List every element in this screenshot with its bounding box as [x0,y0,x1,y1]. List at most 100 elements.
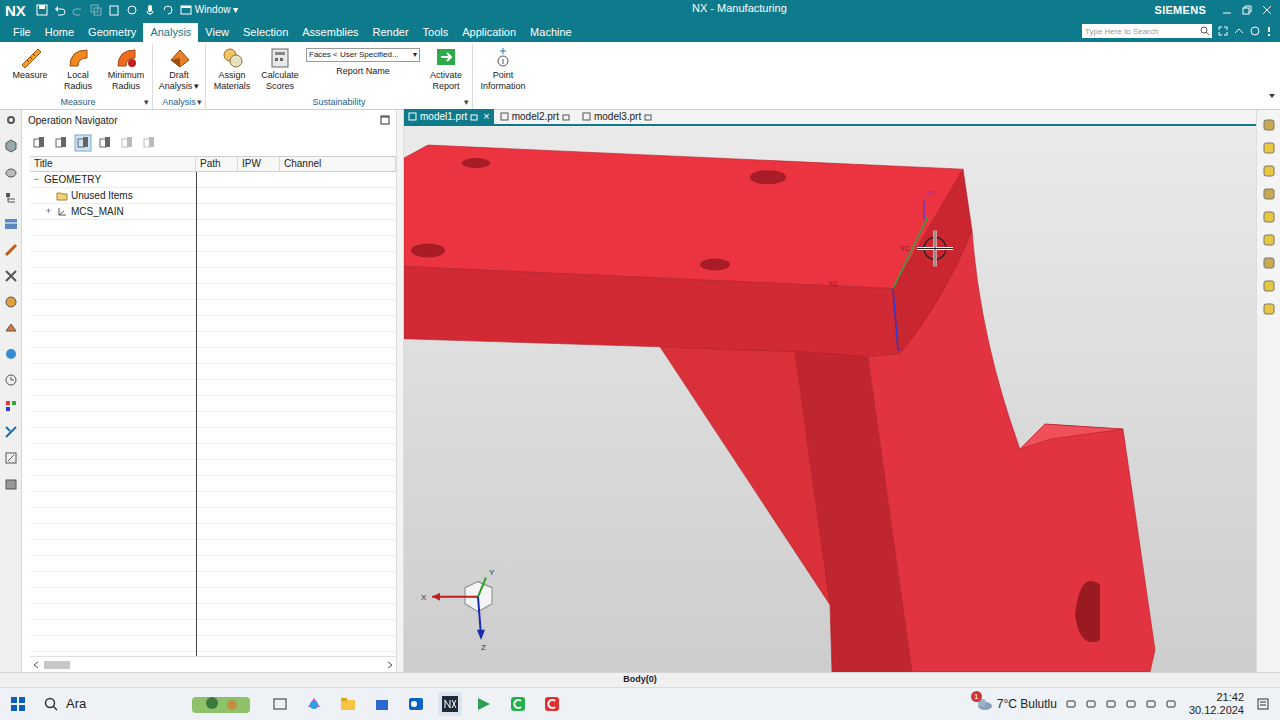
speaker-icon[interactable] [1165,698,1177,710]
scroll-thumb[interactable] [44,661,70,669]
horizontal-scrollbar[interactable] [30,656,396,672]
windows-start-icon[interactable] [10,696,26,712]
taskbar-search[interactable]: Ara [36,691,258,717]
menu-tab[interactable]: Assemblies [295,23,365,42]
maximize-icon[interactable] [380,115,390,125]
menu-tab[interactable]: Geometry [81,23,143,42]
menu-tab[interactable]: Home [38,23,81,42]
red-app-icon[interactable] [540,692,564,716]
system-icon[interactable] [4,451,18,465]
visual-studio-icon[interactable] [472,692,496,716]
tab-close[interactable]: × [483,111,489,122]
document-tab[interactable]: model2.prt [494,109,576,124]
palette-icon[interactable] [4,399,18,413]
layer-icon[interactable] [1262,302,1276,316]
outlook-icon[interactable] [404,692,428,716]
group-menu-caret[interactable]: ▾ [197,96,202,108]
feature-icon[interactable] [4,321,18,335]
battery-icon[interactable] [1105,698,1117,710]
model-canvas[interactable]: ZCYCXCXYZ [404,126,1256,672]
hole[interactable] [1075,581,1100,642]
tree-toggle[interactable]: − [32,175,41,184]
hole[interactable] [411,243,445,257]
part-model[interactable]: ZCYCXCXYZ [404,126,1256,672]
ribbon-button[interactable]: Point Information [479,44,527,92]
store-icon[interactable] [370,692,394,716]
selection-icon[interactable] [1262,210,1276,224]
menu-tab[interactable]: Render [366,23,416,42]
wifi-icon[interactable] [1145,698,1157,710]
report-dropdown[interactable]: Faces < User Specified...▾ [306,48,420,62]
notifications-icon[interactable] [1256,697,1270,711]
view-cube-icon[interactable] [1262,118,1276,132]
menu-tab[interactable]: Application [455,23,523,42]
operation-navigator-icon[interactable] [4,191,18,205]
render-style-icon[interactable] [1262,141,1276,155]
dropdown-caret[interactable]: ▾ [413,49,417,61]
document-tab[interactable]: model3.prt [576,109,658,124]
task-view-icon[interactable] [268,692,292,716]
hole[interactable] [462,158,490,168]
network-icon[interactable] [1085,698,1097,710]
document-tab[interactable]: model1.prt× [404,109,494,124]
snap-icon[interactable] [1262,164,1276,178]
ribbon-button[interactable]: Minimum Radius [102,44,150,92]
window-menu[interactable]: Window ▾ [195,5,238,15]
geometry-view-icon[interactable] [74,134,92,152]
pane-splitter[interactable] [396,110,404,672]
ribbon-button[interactable]: Activate Report [422,44,470,92]
create-icon[interactable] [118,134,136,152]
program-order-view-icon[interactable] [30,134,48,152]
ribbon-button[interactable]: Assign Materials [208,44,256,92]
green-app-icon[interactable] [506,692,530,716]
column-header[interactable]: IPW [238,157,280,171]
show-hidden-icons-icon[interactable] [1065,698,1077,710]
machine-tool-view-icon[interactable] [52,134,70,152]
tree-row[interactable]: +MCS_MAIN [30,204,396,220]
tool-icon[interactable] [4,243,18,257]
weather-widget[interactable]: 17°C Bulutlu [975,695,1057,713]
reuse-library-icon[interactable] [4,477,18,491]
history-icon[interactable] [4,373,18,387]
group-menu-caret[interactable]: ▾ [464,96,469,108]
ribbon-button[interactable]: Draft Analysis▾ [155,44,203,92]
dropdown-caret[interactable]: ▾ [194,81,199,91]
hole[interactable] [700,258,730,270]
hole[interactable] [750,170,786,184]
assembly-navigator-icon[interactable] [4,165,18,179]
delete-icon[interactable] [140,134,158,152]
tree-row[interactable]: Unused Items [30,188,396,204]
model-face[interactable] [868,230,1155,672]
group-menu-caret[interactable]: ▾ [144,96,149,108]
ribbon-button[interactable]: Calculate Scores [256,44,304,92]
clock[interactable]: 21:4230.12.2024 [1185,691,1248,717]
ribbon-button[interactable]: Local Radius [54,44,102,92]
settings-icon[interactable] [4,113,18,127]
model-face[interactable] [1020,424,1123,449]
program-icon[interactable] [4,269,18,283]
part-navigator-icon[interactable] [4,139,18,153]
file-explorer-icon[interactable] [336,692,360,716]
tree-row[interactable]: −GEOMETRY [30,172,396,188]
menu-tab[interactable]: View [198,23,236,42]
filter-icon[interactable] [1262,187,1276,201]
column-header[interactable]: Channel [280,157,396,171]
method-icon[interactable] [4,295,18,309]
show-hide-icon[interactable] [1262,279,1276,293]
menu-tab[interactable]: File [6,23,38,42]
model-face[interactable] [404,267,900,357]
info-icon[interactable] [1262,256,1276,270]
roles-icon[interactable] [4,425,18,439]
pan-icon[interactable] [1262,233,1276,247]
web-icon[interactable] [4,347,18,361]
method-view-icon[interactable] [96,134,114,152]
nx-app-icon[interactable] [438,692,462,716]
menu-tab[interactable]: Analysis [143,23,198,42]
ribbon-button[interactable]: Measure [6,44,54,81]
model-face[interactable] [404,145,963,289]
menu-tab[interactable]: Selection [236,23,295,42]
machine-tool-icon[interactable] [4,217,18,231]
tree-toggle[interactable]: + [44,207,53,216]
search-field[interactable] [1082,24,1200,38]
menu-tab[interactable]: Tools [416,23,456,42]
